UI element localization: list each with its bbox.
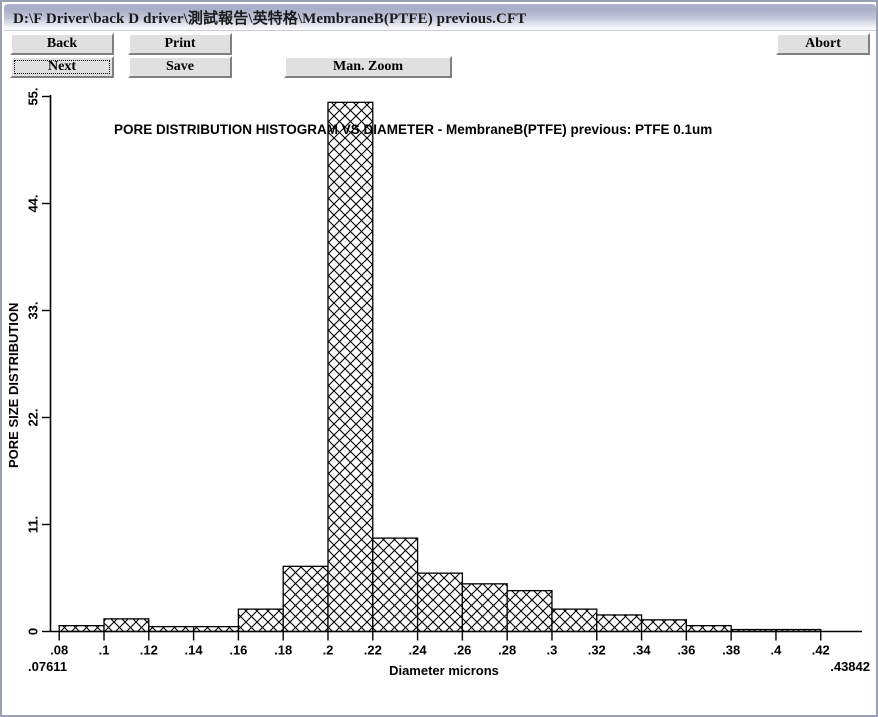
print-button[interactable]: Print <box>128 33 232 55</box>
x-tick-label: .16 <box>229 643 247 658</box>
x-tick-label: .22 <box>364 643 382 658</box>
window-title-bar: D:\F Driver\back D driver\測試報告\英特格\Membr… <box>4 4 876 31</box>
y-axis-ticks: 0 11. 22. 33. 44. 55. <box>25 87 51 635</box>
pore-distribution-histogram: 0 11. 22. 33. 44. 55. .08 .1 .12 .14 .16 .18 .2 .22.… <box>6 87 870 678</box>
histogram-plot-area: 0 11. 22. 33. 44. 55. .08 .1 .12 .14 .16 .18 .2 .22.… <box>4 83 876 715</box>
manual-zoom-button[interactable]: Man. Zoom <box>284 56 452 78</box>
x-tick-label: .36 <box>677 643 695 658</box>
x-tick-label: .28 <box>498 643 516 658</box>
histogram-bar <box>551 608 598 633</box>
application-window: D:\F Driver\back D driver\測試報告\英特格\Membr… <box>0 0 878 717</box>
x-tick-label: .32 <box>588 643 606 658</box>
y-tick-label: 44. <box>25 194 40 212</box>
histogram-bar <box>685 625 732 633</box>
histogram-bar <box>461 583 508 633</box>
histogram-bar <box>237 608 284 633</box>
histogram-bar <box>416 572 464 633</box>
x-tick-label: .34 <box>633 643 652 658</box>
histogram-bar <box>596 614 643 633</box>
histogram-bar <box>282 565 329 633</box>
y-tick-label: 55. <box>25 87 40 105</box>
range-min-label: .07611 <box>28 659 67 674</box>
x-axis-ticks: .08 .1 .12 .14 .16 .18 .2 .22 .24 .26 .28 .3 .32 .34.… <box>50 631 830 658</box>
histogram-bar <box>506 589 553 633</box>
x-tick-label: .12 <box>140 643 158 658</box>
save-button[interactable]: Save <box>128 56 232 78</box>
x-axis-label: Diameter microns <box>389 663 499 678</box>
toolbar: Back Next Print Save Man. Zoom Abort <box>4 31 876 83</box>
y-tick-label: 0 <box>25 628 40 635</box>
histogram-bar <box>372 537 419 633</box>
y-tick-label: 33. <box>25 301 40 319</box>
x-tick-label: .14 <box>185 643 204 658</box>
back-button[interactable]: Back <box>10 33 114 55</box>
x-tick-label: .18 <box>274 643 292 658</box>
chart-title: PORE DISTRIBUTION HISTOGRAM VS DIAMETER … <box>114 122 712 137</box>
x-tick-label: .38 <box>722 643 740 658</box>
y-axis-label: PORE SIZE DISTRIBUTION <box>6 303 21 468</box>
window-title-text: D:\F Driver\back D driver\測試報告\英特格\Membr… <box>13 10 527 27</box>
x-tick-label: .1 <box>99 643 110 658</box>
x-tick-label: .4 <box>771 643 783 658</box>
y-tick-label: 11. <box>25 516 40 533</box>
x-tick-label: .26 <box>453 643 471 658</box>
x-tick-label: .08 <box>50 643 68 658</box>
histogram-bar <box>327 101 374 633</box>
x-tick-label: .2 <box>323 643 334 658</box>
y-tick-label: 22. <box>25 408 40 426</box>
range-max-label: .43842 <box>830 659 870 674</box>
abort-button[interactable]: Abort <box>776 33 870 55</box>
histogram-bars <box>58 101 822 633</box>
x-tick-label: .42 <box>812 643 830 658</box>
x-tick-label: .3 <box>547 643 558 658</box>
histogram-bar <box>103 618 150 633</box>
next-button[interactable]: Next <box>10 56 114 78</box>
x-tick-label: .24 <box>409 643 428 658</box>
histogram-bar <box>640 619 688 633</box>
histogram-bar <box>58 625 105 633</box>
